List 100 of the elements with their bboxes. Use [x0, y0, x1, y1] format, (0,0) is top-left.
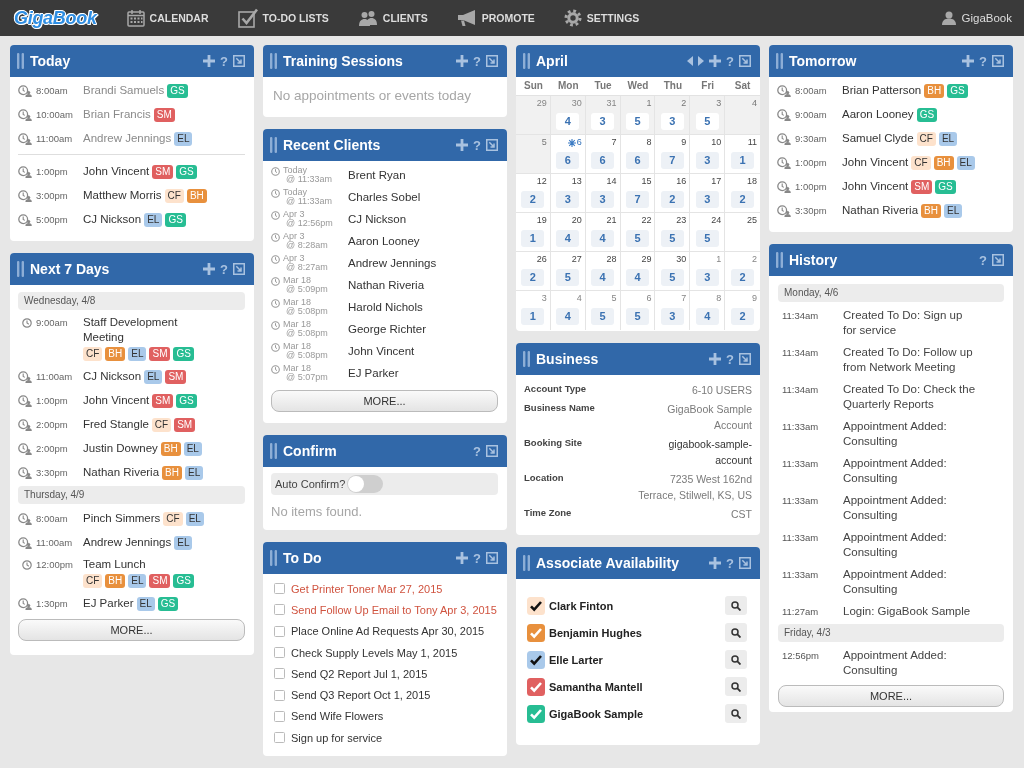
add-button[interactable]	[709, 557, 722, 569]
day-cell[interactable]: 8 6	[620, 135, 656, 174]
todo-item[interactable]: Place Online Ad Requests Apr 30, 2015	[291, 625, 485, 638]
event-count[interactable]: 2	[521, 269, 545, 286]
day-cell[interactable]: 5 5	[585, 291, 621, 330]
event-count[interactable]: 3	[556, 191, 580, 208]
day-cell[interactable]: 4	[725, 96, 760, 135]
event-count[interactable]: 5	[591, 308, 615, 325]
day-cell[interactable]: 7 3	[655, 291, 691, 330]
client-name[interactable]: Harold Nichols	[348, 301, 423, 313]
client-name[interactable]: Brian Patterson	[842, 83, 922, 98]
client-name[interactable]: Charles Sobel	[348, 191, 421, 203]
minimize-button[interactable]	[233, 263, 245, 275]
client-name[interactable]: Andrew Jennings	[348, 257, 437, 269]
day-cell[interactable]: 29	[516, 96, 551, 135]
client-name[interactable]: Samuel Clyde	[842, 131, 914, 146]
day-cell[interactable]: 23 5	[655, 213, 691, 252]
grip-handle-icon[interactable]	[776, 53, 783, 69]
event-count[interactable]: 2	[731, 308, 755, 325]
event-count[interactable]: 3	[695, 269, 719, 286]
day-cell[interactable]: 31 3	[585, 96, 621, 135]
associate-checkbox[interactable]	[527, 677, 545, 696]
event-count[interactable]: 3	[591, 191, 615, 208]
day-cell[interactable]: 6 5	[620, 291, 656, 330]
add-button[interactable]	[709, 55, 722, 67]
event-title[interactable]: Team Lunch	[83, 557, 146, 572]
todo-item[interactable]: Send Q3 Report Oct 1, 2015	[291, 689, 431, 702]
todo-checkbox[interactable]	[274, 647, 285, 659]
day-cell[interactable]: 30 4	[550, 96, 586, 135]
event-count[interactable]: 6	[556, 152, 580, 169]
grip-handle-icon[interactable]	[17, 53, 24, 69]
event-count[interactable]: 3	[660, 113, 684, 130]
more-button[interactable]: MORE...	[271, 390, 498, 412]
event-count[interactable]: 7	[626, 191, 649, 208]
minimize-button[interactable]	[486, 139, 498, 151]
todo-item[interactable]: Sign up for service	[291, 731, 383, 744]
client-name[interactable]: Matthew Morris	[83, 188, 162, 203]
associate-checkbox[interactable]	[527, 650, 545, 669]
help-button[interactable]: ?	[473, 138, 481, 152]
day-cell[interactable]: 29 4	[620, 252, 656, 291]
todo-item[interactable]: Send Follow Up Email to Tony Apr 3, 2015	[291, 603, 497, 616]
client-name[interactable]: Brian Francis	[83, 107, 151, 122]
add-button[interactable]	[203, 55, 216, 67]
client-name[interactable]: John Vincent	[842, 155, 909, 170]
more-button[interactable]: MORE...	[18, 619, 245, 641]
event-count[interactable]: 5	[626, 308, 649, 325]
todo-checkbox[interactable]	[274, 668, 285, 680]
event-count[interactable]: 3	[591, 113, 615, 130]
event-count[interactable]: 1	[521, 308, 545, 325]
help-button[interactable]: ?	[726, 352, 734, 366]
minimize-button[interactable]	[992, 254, 1004, 266]
event-title[interactable]: Staff Development Meeting	[83, 315, 193, 345]
client-name[interactable]: Brent Ryan	[348, 169, 406, 181]
client-name[interactable]: CJ Nickson	[348, 213, 407, 225]
client-name[interactable]: John Vincent	[83, 393, 150, 408]
client-name[interactable]: Andrew Jennings	[83, 535, 172, 550]
more-button[interactable]: MORE...	[778, 685, 1004, 707]
add-button[interactable]	[456, 55, 469, 67]
todo-checkbox[interactable]	[274, 732, 285, 744]
event-count[interactable]: 5	[695, 113, 719, 130]
day-cell[interactable]: 21 4	[585, 213, 621, 252]
client-name[interactable]: Fred Stangle	[83, 417, 149, 432]
event-count[interactable]: 3	[695, 191, 719, 208]
nav-link[interactable]: PROMOTE	[456, 9, 535, 27]
day-cell[interactable]: 27 5	[550, 252, 586, 291]
day-cell[interactable]: 11 1	[725, 135, 760, 174]
associate-checkbox[interactable]	[527, 623, 545, 642]
event-count[interactable]: 2	[731, 269, 755, 286]
help-button[interactable]: ?	[220, 54, 228, 68]
minimize-button[interactable]	[739, 353, 751, 365]
day-cell[interactable]: 26 2	[516, 252, 551, 291]
day-cell[interactable]: 28 4	[585, 252, 621, 291]
event-count[interactable]: 1	[731, 152, 755, 169]
todo-checkbox[interactable]	[274, 710, 285, 722]
event-count[interactable]: 3	[660, 308, 684, 325]
event-count[interactable]: 5	[626, 113, 649, 130]
search-button[interactable]	[725, 704, 747, 723]
event-count[interactable]: 2	[731, 191, 755, 208]
event-count[interactable]: 4	[626, 269, 649, 286]
grip-handle-icon[interactable]	[523, 53, 530, 69]
event-count[interactable]: 3	[695, 152, 719, 169]
help-button[interactable]: ?	[726, 54, 734, 68]
add-button[interactable]	[203, 263, 216, 275]
day-cell[interactable]: 30 5	[655, 252, 691, 291]
help-button[interactable]: ?	[220, 262, 228, 276]
client-name[interactable]: John Vincent	[842, 179, 909, 194]
client-name[interactable]: Aaron Looney	[842, 107, 914, 122]
todo-checkbox[interactable]	[274, 583, 285, 595]
booking-link[interactable]: gigabook-sample-account	[634, 436, 752, 468]
event-count[interactable]: 5	[660, 269, 684, 286]
grip-handle-icon[interactable]	[270, 443, 277, 459]
search-button[interactable]	[725, 596, 747, 615]
event-count[interactable]: 4	[556, 113, 580, 130]
minimize-button[interactable]	[233, 55, 245, 67]
grip-handle-icon[interactable]	[270, 550, 277, 566]
event-count[interactable]: 4	[556, 308, 580, 325]
minimize-button[interactable]	[739, 55, 751, 67]
day-cell[interactable]: 2 2	[725, 252, 760, 291]
help-button[interactable]: ?	[473, 444, 481, 458]
nav-link[interactable]: CALENDAR	[126, 9, 209, 27]
